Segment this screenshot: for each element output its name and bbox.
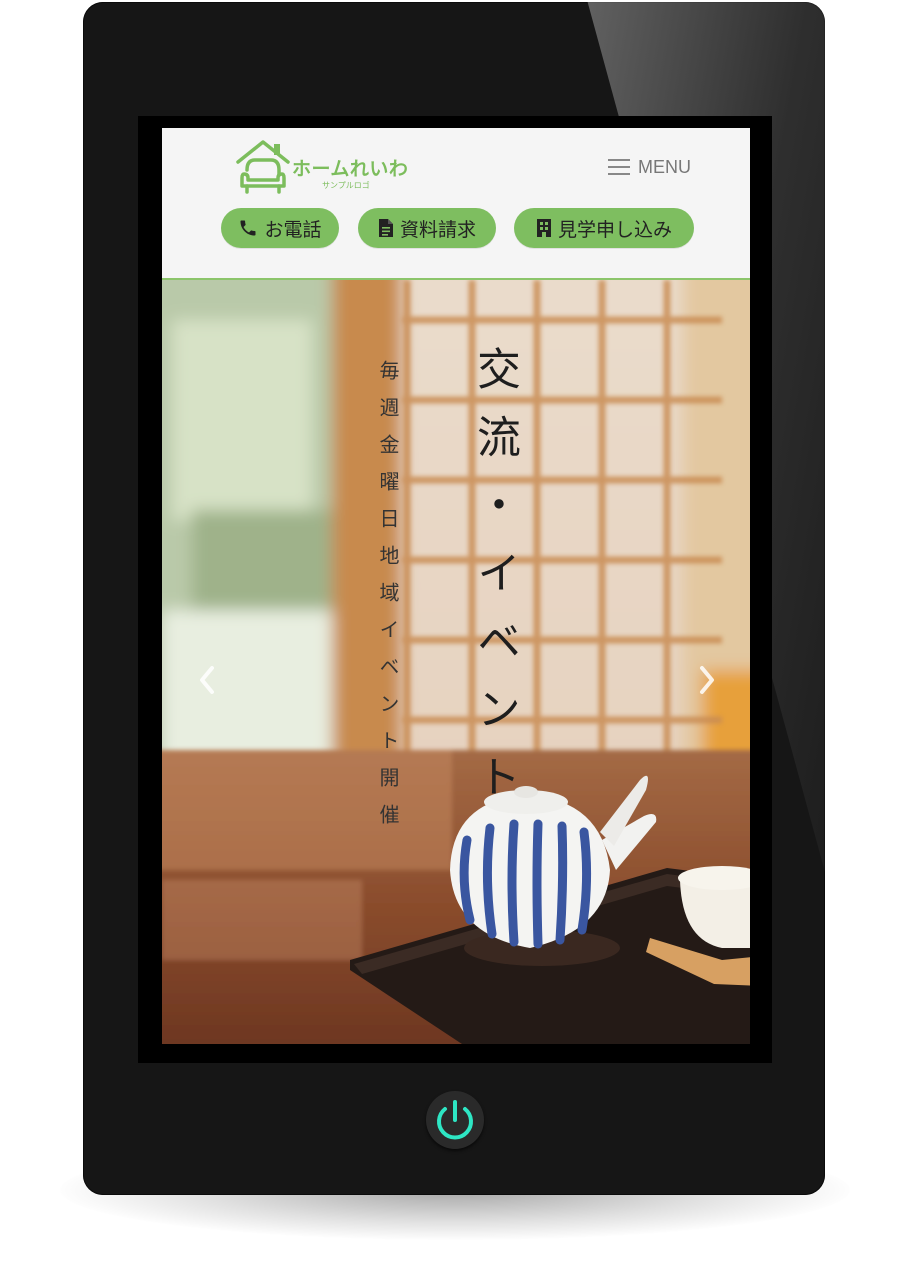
cta-buttons: お電話 資料請求 見学申し込み xyxy=(220,208,700,250)
phone-button[interactable]: お電話 xyxy=(221,208,339,248)
logo-text: ホームれいわ xyxy=(292,158,409,180)
building-icon xyxy=(536,219,551,237)
power-icon xyxy=(437,1100,473,1140)
logo-subtext: サンプルロゴ xyxy=(322,181,370,190)
brochure-request-label: 資料請求 xyxy=(399,218,476,241)
hero-photo xyxy=(162,280,750,1044)
menu-label: MENU xyxy=(638,156,691,177)
site-logo[interactable]: ホームれいわ サンプルロゴ xyxy=(234,136,424,198)
tablet-screen: ホームれいわ サンプルロゴ MENU お電話 資料請求 見学申し込み 毎週金曜日… xyxy=(162,128,750,1044)
hamburger-icon xyxy=(608,158,630,176)
hero-subtitle: 毎週金曜日地域イベント開催 xyxy=(376,360,400,841)
house-sofa-icon xyxy=(236,140,290,194)
hero-slider: 毎週金曜日地域イベント開催 交流・イベント xyxy=(162,280,750,1044)
chevron-right-icon[interactable] xyxy=(692,660,722,700)
phone-icon xyxy=(240,220,256,236)
brochure-request-button[interactable]: 資料請求 xyxy=(358,208,496,248)
phone-button-label: お電話 xyxy=(264,218,322,241)
chevron-left-icon[interactable] xyxy=(192,660,222,700)
hero-title: 交流・イベント xyxy=(469,346,520,822)
menu-button[interactable]: MENU xyxy=(608,152,691,182)
site-header: ホームれいわ サンプルロゴ MENU お電話 資料請求 見学申し込み xyxy=(162,128,750,280)
tour-request-button[interactable]: 見学申し込み xyxy=(514,208,694,248)
tour-request-label: 見学申し込み xyxy=(557,218,672,241)
document-icon xyxy=(378,219,393,237)
power-button[interactable] xyxy=(426,1091,484,1149)
